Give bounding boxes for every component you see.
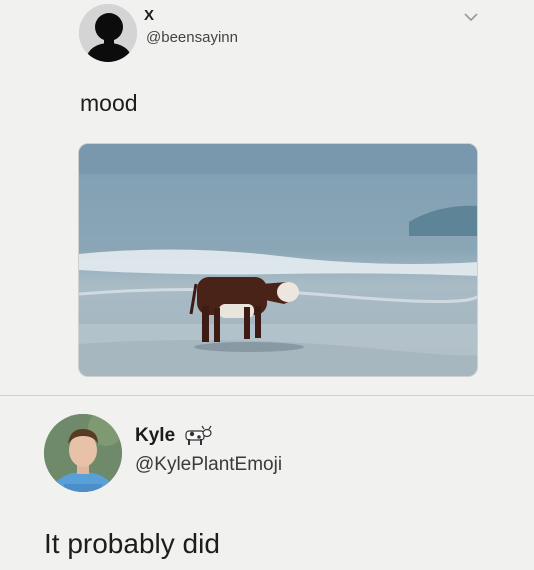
original-tweet: X @beensayinn mood [0,0,534,392]
tweet-text: mood [80,90,138,116]
cow-icon [185,425,212,445]
author-name[interactable]: X [144,7,154,24]
chevron-down-icon[interactable] [462,10,480,24]
author-handle[interactable]: @beensayinn [146,29,238,46]
tweet-photo[interactable] [78,143,478,377]
tweet-divider [0,395,534,396]
reply-tweet: Kyle @KylePlantEmoji It probably did [0,398,534,570]
tweet-text: It probably did [44,528,220,559]
profile-photo-icon [44,414,122,492]
author-handle[interactable]: @KylePlantEmoji [135,454,282,476]
silhouette-avatar-icon [79,4,137,62]
author-name[interactable]: Kyle [135,425,175,447]
avatar[interactable] [79,4,137,62]
cow-on-beach-photo [79,144,477,376]
avatar[interactable] [44,414,122,492]
